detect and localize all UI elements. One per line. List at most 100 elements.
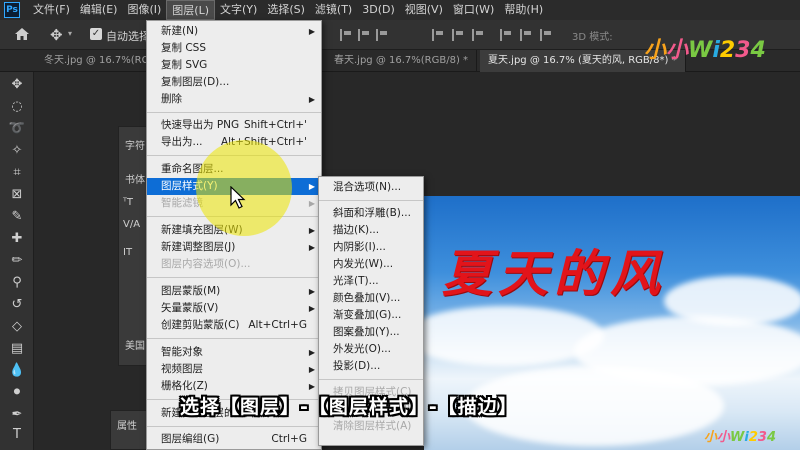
submenu-item-label: 外发光(O)... — [333, 343, 391, 355]
properties-tab[interactable]: 属性 — [117, 417, 137, 432]
submenu-arrow-icon: ▶ — [308, 243, 315, 252]
menu-item-label: 复制 SVG — [161, 59, 208, 71]
move-tool-icon[interactable]: ✥ — [50, 26, 63, 44]
menu-view[interactable]: 视图(V) — [400, 0, 448, 20]
menu-item-vector-mask[interactable]: 矢量蒙版(V) ▶ — [147, 300, 321, 317]
submenu-item-label: 内发光(W)... — [333, 258, 394, 270]
submenu-item-drop-shadow[interactable]: 投影(D)... — [319, 358, 423, 375]
submenu-item-bevel-emboss[interactable]: 斜面和浮雕(B)... — [319, 205, 423, 222]
submenu-item-blending-options[interactable]: 混合选项(N)... — [319, 179, 423, 196]
tab-spring[interactable]: 春天.jpg @ 16.7%(RGB/8) * — [326, 50, 478, 72]
chevron-down-icon[interactable]: ▾ — [68, 29, 72, 38]
menu-item-layer-mask[interactable]: 图层蒙版(M) ▶ — [147, 283, 321, 300]
mouse-cursor-icon — [230, 186, 246, 209]
type-icon[interactable]: T — [8, 426, 26, 444]
submenu-item-color-overlay[interactable]: 颜色叠加(V)... — [319, 290, 423, 307]
menu-separator — [147, 277, 321, 278]
marquee-icon[interactable]: ◌ — [8, 98, 26, 116]
menu-item-new[interactable]: 新建(N) ▶ — [147, 23, 321, 40]
submenu-item-label: 光泽(T)... — [333, 275, 379, 287]
crop-icon[interactable]: ⌗ — [8, 164, 26, 182]
submenu-item-satin[interactable]: 光泽(T)... — [319, 273, 423, 290]
menu-item-smart-object[interactable]: 智能对象 ▶ — [147, 344, 321, 361]
distribute-v-icon[interactable] — [540, 29, 552, 41]
menu-file[interactable]: 文件(F) — [28, 0, 75, 20]
menu-item-label: 栅格化(Z) — [161, 380, 208, 392]
character-tab[interactable]: 字符 — [125, 137, 145, 152]
healing-brush-icon[interactable]: ✚ — [8, 230, 26, 248]
menu-item-label: 图层内容选项(O)... — [161, 258, 251, 270]
submenu-item-stroke[interactable]: 描边(K)... — [319, 222, 423, 239]
distribute-icon[interactable] — [500, 29, 512, 41]
menu-item-label: 矢量蒙版(V) — [161, 302, 219, 314]
font-size-icon[interactable]: ᵀT — [123, 197, 133, 208]
watermark-char: 2 — [748, 430, 758, 445]
font-family-field[interactable]: 书体 — [125, 171, 145, 186]
move-icon[interactable]: ✥ — [8, 76, 26, 94]
submenu-item-outer-glow[interactable]: 外发光(O)... — [319, 341, 423, 358]
menu-separator — [147, 426, 321, 427]
menu-item-label: 快速导出为 PNG — [161, 119, 240, 131]
submenu-arrow-icon: ▶ — [308, 27, 315, 36]
submenu-item-pattern-overlay[interactable]: 图案叠加(Y)... — [319, 324, 423, 341]
tutorial-subtitle: 选择【图层】-【图层样式】-【描边】 — [180, 396, 518, 418]
menu-type[interactable]: 文字(Y) — [215, 0, 262, 20]
menu-item-label: 复制 CSS — [161, 42, 206, 54]
canvas-title-text: 夏天的风 — [442, 244, 666, 303]
submenu-item-label: 投影(D)... — [333, 360, 381, 372]
menu-edit[interactable]: 编辑(E) — [75, 0, 123, 20]
clone-stamp-icon[interactable]: ⚲ — [8, 274, 26, 292]
menu-layer[interactable]: 图层(L) — [166, 0, 216, 20]
pen-icon[interactable]: ✒ — [8, 406, 26, 424]
submenu-item-inner-glow[interactable]: 内发光(W)... — [319, 256, 423, 273]
menu-separator — [147, 112, 321, 113]
history-brush-icon[interactable]: ↺ — [8, 296, 26, 314]
eraser-icon[interactable]: ◇ — [8, 318, 26, 336]
gradient-icon[interactable]: ▤ — [8, 340, 26, 358]
menu-item-layer-content-options: 图层内容选项(O)... — [147, 256, 321, 273]
language-select[interactable]: 美国 — [125, 337, 145, 352]
align-left-icon[interactable] — [340, 29, 352, 41]
menu-item-delete[interactable]: 删除 ▶ — [147, 91, 321, 108]
auto-select-checkbox[interactable]: ✓ — [90, 28, 102, 40]
menu-help[interactable]: 帮助(H) — [499, 0, 548, 20]
menu-window[interactable]: 窗口(W) — [448, 0, 499, 20]
menu-item-label: 图层编组(G) — [161, 433, 220, 445]
menu-item-copy-svg[interactable]: 复制 SVG — [147, 57, 321, 74]
magic-wand-icon[interactable]: ✧ — [8, 142, 26, 160]
blur-icon[interactable]: 💧 — [8, 362, 26, 380]
scale-icon[interactable]: IT — [123, 247, 132, 258]
properties-panel: 属性 — [110, 410, 148, 450]
watermark-char: 4 — [766, 430, 776, 445]
distribute-h-icon[interactable] — [520, 29, 532, 41]
menu-select[interactable]: 选择(S) — [262, 0, 310, 20]
menu-3d[interactable]: 3D(D) — [357, 0, 400, 20]
photoshop-logo-icon[interactable]: Ps — [4, 2, 20, 18]
menu-filter[interactable]: 滤镜(T) — [310, 0, 357, 20]
align-bottom-icon[interactable] — [472, 29, 484, 41]
eyedropper-icon[interactable]: ✎ — [8, 208, 26, 226]
watermark-char: 小 — [704, 430, 718, 445]
frame-icon[interactable]: ⊠ — [8, 186, 26, 204]
align-right-icon[interactable] — [376, 29, 388, 41]
menu-item-video-layers[interactable]: 视频图层 ▶ — [147, 361, 321, 378]
watermark-char: i — [712, 38, 720, 63]
home-icon[interactable] — [14, 27, 30, 41]
brush-icon[interactable]: ✏ — [8, 252, 26, 270]
menu-item-group-layers[interactable]: 图层编组(G) Ctrl+G — [147, 431, 321, 448]
menu-item-quick-export[interactable]: 快速导出为 PNG Shift+Ctrl+' — [147, 117, 321, 134]
watermark-logo-small: 小小Wi234 — [704, 426, 776, 445]
menu-item-new-adjustment-layer[interactable]: 新建调整图层(J) ▶ — [147, 239, 321, 256]
submenu-item-gradient-overlay[interactable]: 渐变叠加(G)... — [319, 307, 423, 324]
menu-item-clipping-mask[interactable]: 创建剪贴蒙版(C) Alt+Ctrl+G — [147, 317, 321, 334]
menu-item-copy-css[interactable]: 复制 CSS — [147, 40, 321, 57]
submenu-item-inner-shadow[interactable]: 内阴影(I)... — [319, 239, 423, 256]
dodge-icon[interactable]: ⚫ — [8, 384, 26, 402]
lasso-icon[interactable]: ➰ — [8, 120, 26, 138]
menu-item-duplicate-layer[interactable]: 复制图层(D)... — [147, 74, 321, 91]
menu-image[interactable]: 图像(I) — [122, 0, 166, 20]
align-top-icon[interactable] — [432, 29, 444, 41]
kerning-icon[interactable]: V/A — [123, 219, 140, 230]
align-center-icon[interactable] — [358, 29, 370, 41]
align-middle-icon[interactable] — [452, 29, 464, 41]
